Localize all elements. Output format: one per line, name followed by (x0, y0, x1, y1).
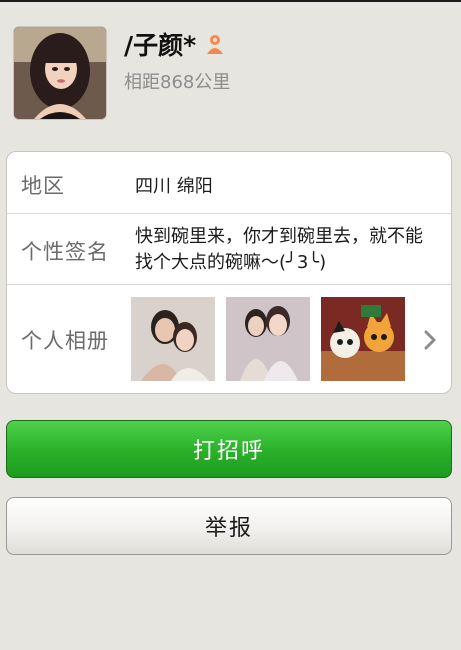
signature-value: 快到碗里来，你才到碗里去，就不能找个大点的碗嘛～(╯3╰) (135, 226, 423, 273)
user-name: /子颜* (124, 26, 224, 62)
report-button[interactable]: 举报 (6, 497, 452, 555)
album-row[interactable]: 个人相册 (7, 285, 451, 393)
profile-details-card: 地区 四川 绵阳 个性签名 快到碗里来，你才到碗里去，就不能找个大点的碗嘛～(╯… (6, 151, 452, 394)
region-label: 地区 (21, 174, 65, 198)
avatar[interactable] (13, 26, 107, 120)
female-user-icon (207, 35, 224, 54)
album-photo-3[interactable] (321, 297, 405, 381)
signature-label: 个性签名 (21, 240, 109, 264)
user-name-text: /子颜* (124, 31, 197, 60)
signature-row: 个性签名 快到碗里来，你才到碗里去，就不能找个大点的碗嘛～(╯3╰) (7, 214, 451, 285)
avatar-image (14, 27, 106, 119)
album-photo-2[interactable] (226, 297, 310, 381)
distance-text: 相距868公里 (124, 72, 231, 93)
greet-button[interactable]: 打招呼 (6, 420, 452, 478)
chevron-right-icon (424, 330, 436, 350)
album-thumbnails (131, 297, 405, 381)
profile-header: /子颜* 相距868公里 (0, 0, 461, 140)
region-value: 四川 绵阳 (135, 176, 213, 197)
album-label: 个人相册 (21, 329, 109, 353)
region-row: 地区 四川 绵阳 (7, 152, 451, 214)
album-photo-1[interactable] (131, 297, 215, 381)
